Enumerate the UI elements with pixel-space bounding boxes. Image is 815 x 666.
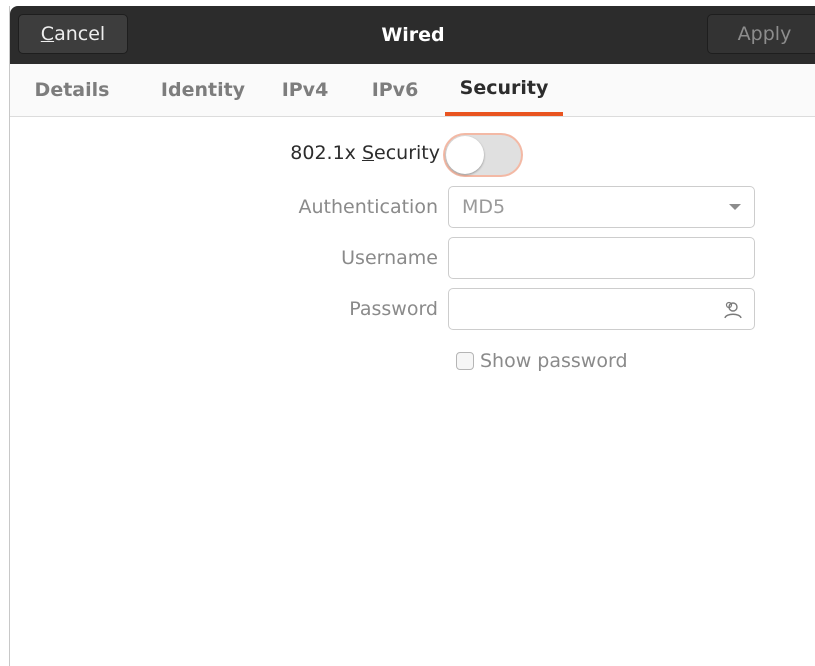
connection-dialog: Cancel Wired Apply Details Identity IPv4… <box>9 6 815 666</box>
apply-button[interactable]: Apply <box>707 14 815 54</box>
password-label: Password <box>349 298 438 320</box>
8021x-prefix: 802.1x <box>290 142 362 164</box>
show-password-checkbox[interactable] <box>456 352 474 370</box>
authentication-value: MD5 <box>462 196 506 218</box>
authentication-label: Authentication <box>298 196 438 218</box>
tab-identity[interactable]: Identity <box>144 64 262 116</box>
cancel-label: ancel <box>54 23 106 45</box>
tab-ipv4[interactable]: IPv4 <box>262 64 348 116</box>
username-label: Username <box>341 247 438 269</box>
dialog-title: Wired <box>381 24 445 46</box>
security-rest: ecurity <box>374 142 440 164</box>
8021x-security-label: 802.1x Security <box>290 142 440 164</box>
cancel-button[interactable]: Cancel <box>18 14 128 54</box>
show-password-label[interactable]: Show password <box>480 350 628 372</box>
header-bar: Cancel Wired Apply <box>10 6 815 64</box>
switch-knob <box>446 136 484 174</box>
password-input[interactable] <box>448 288 755 330</box>
tab-details[interactable]: Details <box>22 64 122 116</box>
user-icon[interactable] <box>722 299 744 321</box>
8021x-security-switch[interactable] <box>445 135 521 175</box>
cancel-mnemonic: C <box>40 23 55 45</box>
tab-security[interactable]: Security <box>445 64 563 116</box>
authentication-dropdown[interactable]: MD5 <box>448 186 755 228</box>
username-input[interactable] <box>448 237 755 279</box>
security-mnemonic: S <box>361 142 375 164</box>
chevron-down-icon <box>729 204 741 210</box>
tab-bar: Details Identity IPv4 IPv6 Security <box>10 64 815 117</box>
security-form: 802.1x Security Authentication MD5 Usern… <box>10 117 815 666</box>
tab-ipv6[interactable]: IPv6 <box>348 64 442 116</box>
show-password-row[interactable]: Show password <box>456 350 628 372</box>
